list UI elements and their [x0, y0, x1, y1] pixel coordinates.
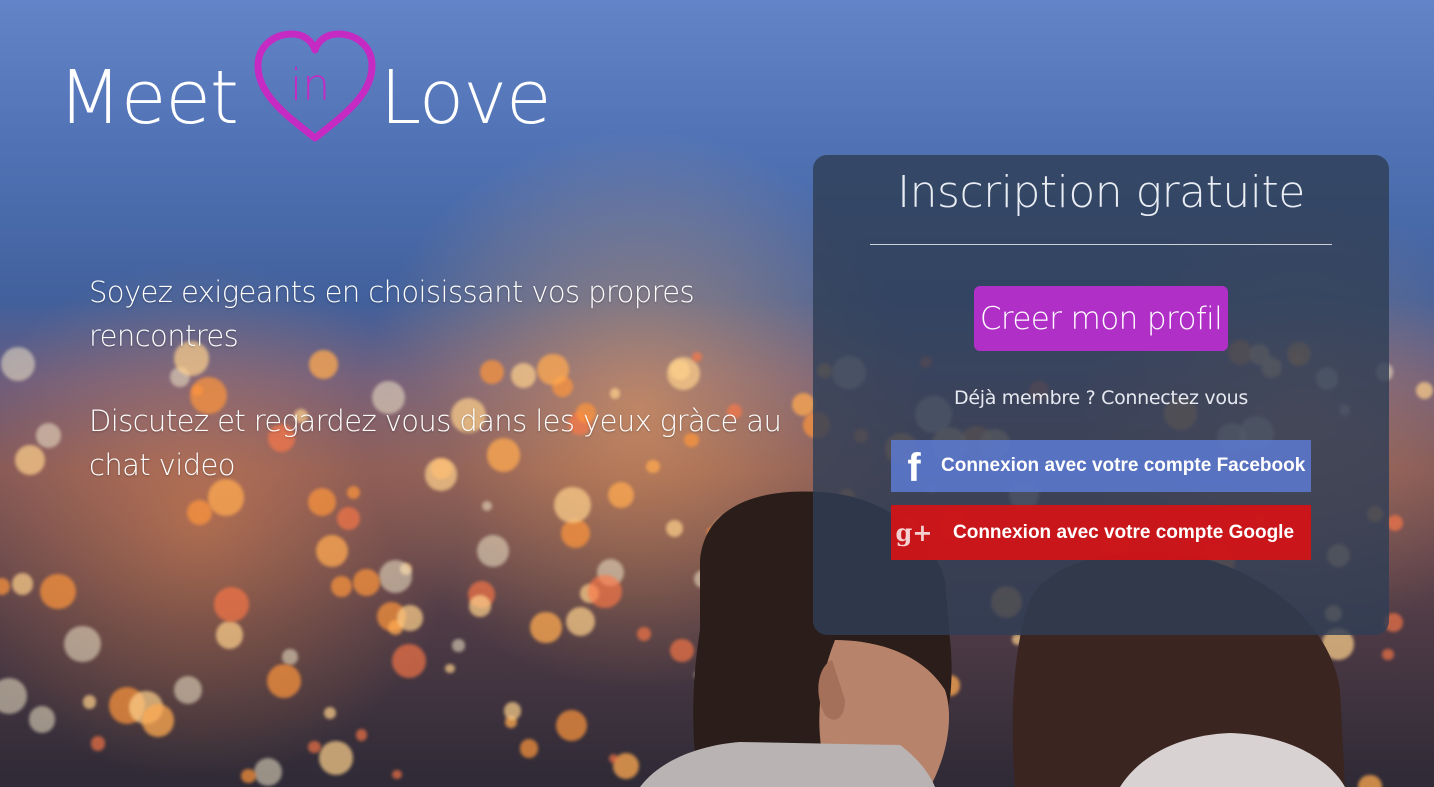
google-login-button[interactable]: g+ Connexion avec votre compte Google: [891, 505, 1311, 560]
logo-word-love: Love: [380, 55, 552, 141]
site-logo[interactable]: Meet in Love: [58, 28, 578, 146]
google-plus-icon: g+: [895, 518, 933, 547]
tagline-choose: Soyez exigeants en choisissant vos propr…: [89, 275, 695, 353]
google-login-label: Connexion avec votre compte Google: [953, 521, 1295, 543]
facebook-icon: f: [907, 445, 921, 490]
logo-word-in: in: [290, 60, 331, 111]
facebook-login-button[interactable]: f Connexion avec votre compte Facebook: [891, 440, 1311, 492]
tagline-video-chat: Discutez et regardez vous dans les yeux …: [89, 404, 782, 482]
signup-panel: Inscription gratuite Creer mon profil Dé…: [813, 155, 1389, 635]
login-link[interactable]: Déjà membre ? Connectez vous: [813, 387, 1389, 409]
create-profile-button[interactable]: Creer mon profil: [974, 286, 1228, 351]
title-divider: [870, 244, 1332, 245]
signup-title: Inscription gratuite: [897, 167, 1305, 218]
logo-word-meet: Meet: [58, 55, 239, 141]
facebook-login-label: Connexion avec votre compte Facebook: [941, 455, 1306, 476]
